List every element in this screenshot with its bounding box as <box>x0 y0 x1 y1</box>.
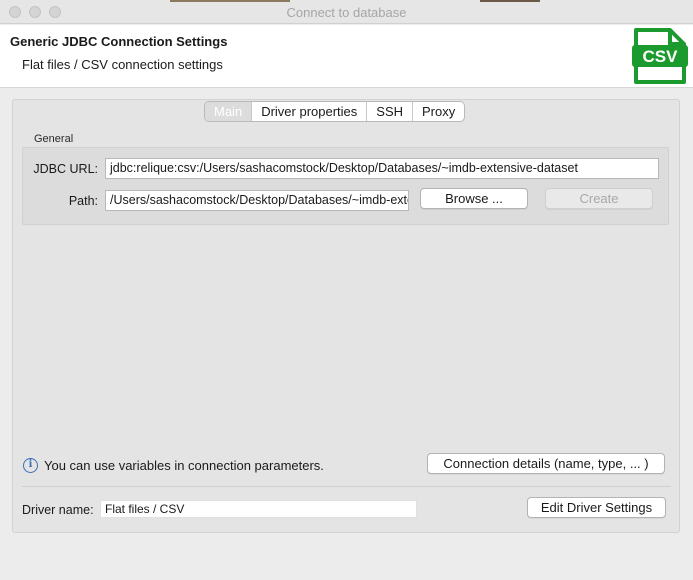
driver-name-label: Driver name: <box>22 503 94 517</box>
info-icon: i <box>23 458 38 473</box>
path-label: Path: <box>68 194 98 208</box>
tab-ssh[interactable]: SSH <box>366 102 412 121</box>
connection-details-button[interactable]: Connection details (name, type, ... ) <box>427 453 665 474</box>
general-group-label: General <box>34 133 74 145</box>
browse-button[interactable]: Browse ... <box>420 188 528 209</box>
path-field[interactable]: /Users/sashacomstock/Desktop/Databases/~… <box>105 190 409 211</box>
info-text: You can use variables in connection para… <box>44 458 324 473</box>
jdbc-url-label: JDBC URL: <box>33 162 98 176</box>
edit-driver-settings-button[interactable]: Edit Driver Settings <box>527 497 666 518</box>
background-strip <box>170 0 290 2</box>
tab-bar: Main Driver properties SSH Proxy <box>204 101 466 122</box>
tab-proxy[interactable]: Proxy <box>412 102 464 121</box>
csv-logo-text: CSV <box>643 47 679 66</box>
window-title: Connect to database <box>286 5 407 20</box>
dialog-subtitle: Flat files / CSV connection settings <box>22 57 223 72</box>
tab-main[interactable]: Main <box>205 102 252 121</box>
dialog-header: Generic JDBC Connection Settings Flat fi… <box>0 25 693 88</box>
tab-driver-properties[interactable]: Driver properties <box>251 102 366 121</box>
driver-name-field: Flat files / CSV <box>100 500 417 518</box>
background-strip <box>480 0 540 2</box>
title-bar: Connect to database <box>0 0 693 24</box>
divider <box>22 486 671 487</box>
dialog-title: Generic JDBC Connection Settings <box>10 34 228 49</box>
jdbc-url-field[interactable]: jdbc:relique:csv:/Users/sashacomstock/De… <box>105 158 659 179</box>
csv-file-icon: CSV <box>632 28 688 84</box>
create-button[interactable]: Create <box>545 188 653 209</box>
